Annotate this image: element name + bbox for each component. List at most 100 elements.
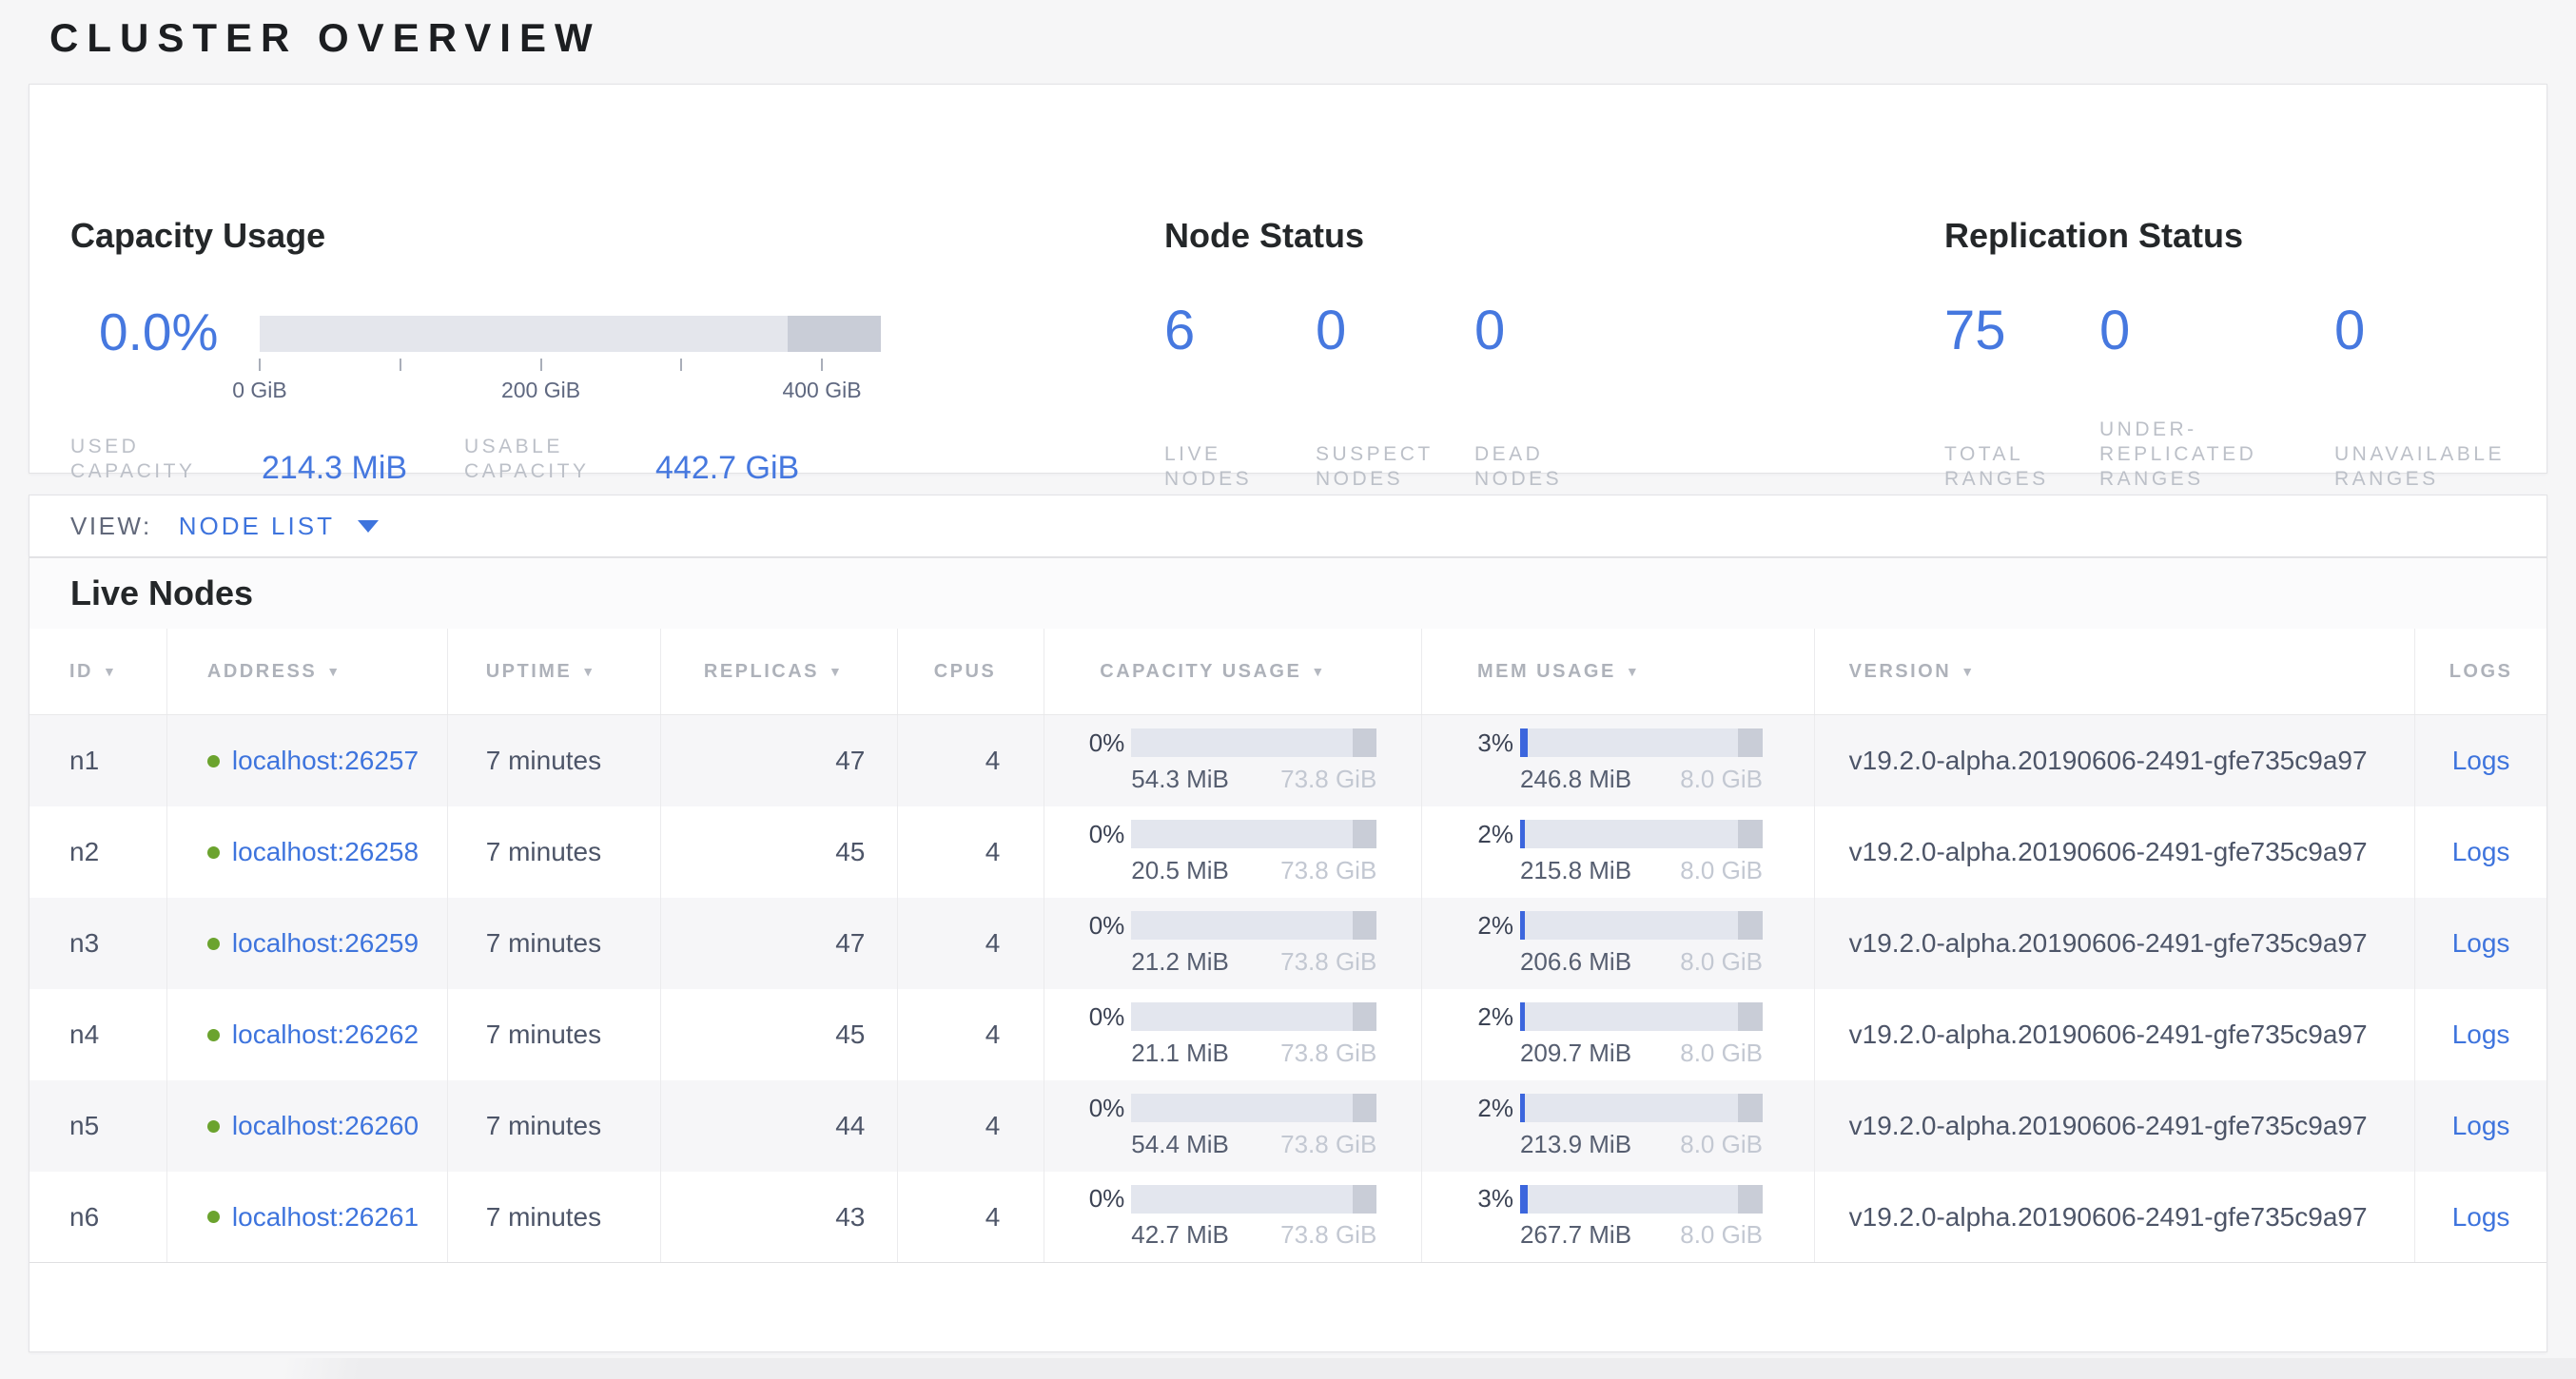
logs-link[interactable]: Logs [2452, 928, 2510, 959]
capacity-bar [1131, 1002, 1376, 1031]
mem-bar-reserved [1738, 820, 1763, 848]
node-uptime: 7 minutes [486, 837, 601, 867]
node-address-cell: localhost:26261 [167, 1172, 448, 1262]
column-header-mem-usage[interactable]: MEM USAGE ▼ [1422, 629, 1815, 714]
node-replicas-cell: 43 [661, 1172, 899, 1262]
node-mem-usage-cell: 3% 267.7 MiB 8.0 GiB [1422, 1172, 1815, 1262]
node-address-link[interactable]: localhost:26262 [232, 1020, 419, 1050]
node-address-link[interactable]: localhost:26259 [232, 928, 419, 959]
used-capacity-stat: USED CAPACITY 214.3 MiB [70, 435, 407, 484]
node-cpus: 4 [986, 1202, 1001, 1233]
unavailable-ranges-count: 0 [2334, 300, 2365, 362]
logs-link[interactable]: Logs [2452, 837, 2510, 867]
mem-percent: 2% [1422, 1002, 1513, 1032]
node-cpus: 4 [986, 928, 1001, 959]
node-address-cell: localhost:26260 [167, 1080, 448, 1172]
node-address-cell: localhost:26257 [167, 715, 448, 806]
column-header-uptime[interactable]: UPTIME▼ [448, 629, 661, 714]
capacity-bar-reserved [1353, 1094, 1377, 1122]
node-live-status-icon [207, 1029, 220, 1041]
logs-link[interactable]: Logs [2452, 1202, 2510, 1233]
replication-status-heading: Replication Status [1944, 216, 2243, 256]
chevron-down-icon [358, 520, 379, 533]
node-live-status-icon [207, 1120, 220, 1133]
node-version: v19.2.0-alpha.20190606-2491-gfe735c9a97 [1849, 746, 2368, 776]
mem-bar [1520, 820, 1763, 848]
node-live-status-icon [207, 938, 220, 950]
node-mem-usage-cell: 2% 215.8 MiB 8.0 GiB [1422, 806, 1815, 898]
node-replicas-cell: 47 [661, 898, 899, 989]
column-header-cpus-label: CPUS [934, 661, 997, 683]
node-id: n3 [69, 928, 99, 959]
usable-capacity-stat: USABLE CAPACITY 442.7 GiB [464, 435, 799, 484]
node-id: n4 [69, 1020, 99, 1050]
node-address-link[interactable]: localhost:26261 [232, 1202, 419, 1233]
footer-band [0, 1358, 2576, 1379]
axis-tick: 200 GiB [541, 359, 620, 403]
live-nodes-header-band: Live Nodes [29, 558, 2547, 629]
column-header-capacity-usage[interactable]: CAPACITY USAGE▼ [1044, 629, 1422, 714]
node-address-link[interactable]: localhost:26260 [232, 1111, 419, 1141]
column-header-version-label: VERSION [1849, 661, 1952, 683]
column-header-logs: LOGS [2415, 629, 2547, 714]
capacity-percent: 0% [1044, 1184, 1124, 1214]
node-capacity-usage-cell: 0% 21.1 MiB 73.8 GiB [1044, 989, 1422, 1080]
mem-bar-reserved [1738, 1002, 1763, 1031]
column-header-version[interactable]: VERSION▼ [1815, 629, 2415, 714]
mem-used-value: 215.8 MiB [1520, 856, 1631, 885]
capacity-percent-value: 0.0% [99, 301, 218, 362]
node-mem-usage-cell: 2% 206.6 MiB 8.0 GiB [1422, 898, 1815, 989]
sort-desc-icon: ▼ [326, 664, 342, 679]
logs-link[interactable]: Logs [2452, 746, 2510, 776]
node-address-link[interactable]: localhost:26258 [232, 837, 419, 867]
node-address-link[interactable]: localhost:26257 [232, 746, 419, 776]
node-uptime-cell: 7 minutes [448, 806, 661, 898]
mem-bar [1520, 1185, 1763, 1214]
mem-bar-fill [1520, 820, 1525, 848]
node-replicas-cell: 45 [661, 989, 899, 1080]
cluster-summary-panel: Capacity Usage 0.0% 0 GiB200 GiB400 GiB … [29, 84, 2547, 474]
node-id-cell: n6 [29, 1172, 167, 1262]
node-capacity-usage-cell: 0% 20.5 MiB 73.8 GiB [1044, 806, 1422, 898]
live-nodes-label: LIVE NODES [1164, 412, 1293, 492]
table-row: n6 localhost:26261 7 minutes 43 4 0% 42.… [29, 1172, 2547, 1263]
node-list-dropdown-value[interactable]: NODE LIST [179, 512, 335, 541]
capacity-gauge-reserved-segment [788, 316, 881, 352]
column-header-mem-usage-label: MEM USAGE [1477, 661, 1616, 683]
capacity-percent: 0% [1044, 820, 1124, 849]
live-nodes-heading: Live Nodes [70, 573, 253, 613]
capacity-percent: 0% [1044, 728, 1124, 758]
node-id: n1 [69, 746, 99, 776]
capacity-percent: 0% [1044, 1002, 1124, 1032]
axis-tick: 400 GiB [822, 359, 901, 403]
mem-used-value: 246.8 MiB [1520, 765, 1631, 794]
capacity-used-value: 21.1 MiB [1131, 1039, 1229, 1068]
node-capacity-usage-cell: 0% 54.3 MiB 73.8 GiB [1044, 715, 1422, 806]
column-header-id[interactable]: ID▼ [29, 629, 167, 714]
table-row: n1 localhost:26257 7 minutes 47 4 0% 54.… [29, 715, 2547, 806]
mem-total-value: 8.0 GiB [1680, 856, 1763, 885]
capacity-bar-reserved [1353, 1185, 1377, 1214]
column-header-address[interactable]: ADDRESS ▼ [167, 629, 448, 714]
mem-bar [1520, 911, 1763, 940]
view-bar: VIEW: NODE LIST [29, 495, 2547, 557]
node-logs-cell: Logs [2415, 1172, 2547, 1262]
column-header-replicas[interactable]: REPLICAS▼ [661, 629, 899, 714]
mem-total-value: 8.0 GiB [1680, 947, 1763, 977]
column-header-address-label: ADDRESS [207, 661, 317, 683]
under-replicated-ranges-label: UNDER-REPLICATED RANGES [2099, 412, 2304, 492]
logs-link[interactable]: Logs [2452, 1020, 2510, 1050]
logs-link[interactable]: Logs [2452, 1111, 2510, 1141]
node-cpus: 4 [986, 746, 1001, 776]
mem-bar [1520, 728, 1763, 757]
capacity-total-value: 73.8 GiB [1280, 765, 1376, 794]
mem-percent: 2% [1422, 820, 1513, 849]
sort-desc-icon: ▼ [1311, 664, 1326, 679]
sort-desc-icon: ▼ [1626, 664, 1641, 679]
node-list-dropdown[interactable]: NODE LIST [179, 512, 379, 541]
axis-tick [400, 359, 402, 371]
node-live-status-icon [207, 846, 220, 859]
mem-bar-fill [1520, 911, 1525, 940]
mem-percent: 2% [1422, 911, 1513, 941]
live-nodes-count: 6 [1164, 300, 1195, 362]
